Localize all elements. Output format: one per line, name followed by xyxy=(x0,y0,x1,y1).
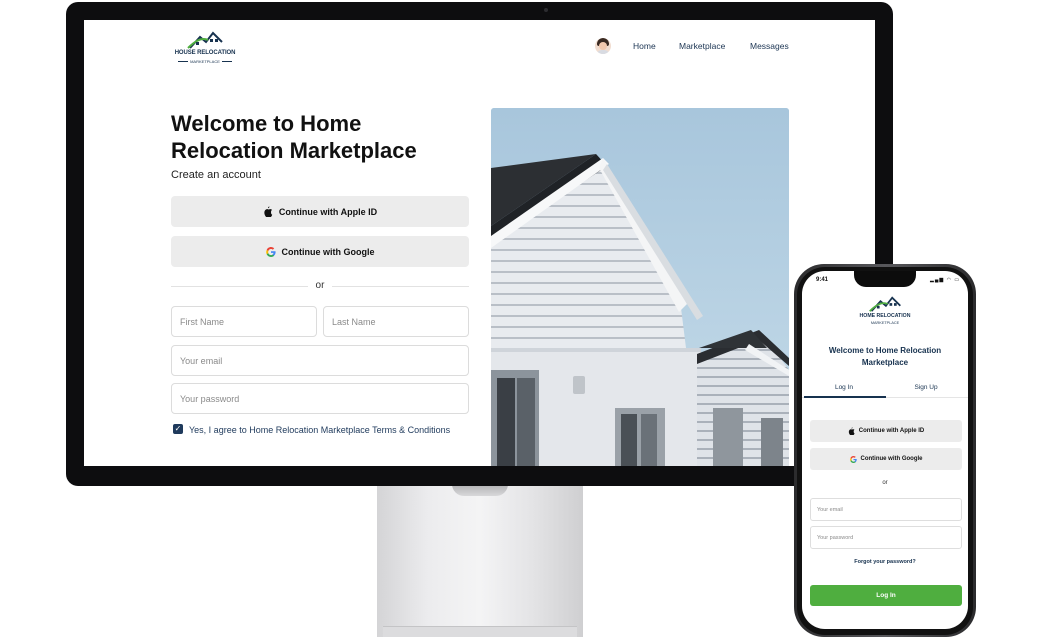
monitor-camera xyxy=(544,8,548,12)
desktop-screen: HOUSE RELOCATION MARKETPLACE Home Market… xyxy=(84,20,875,466)
house-logo-icon xyxy=(187,31,223,49)
mobile-apple-label: Continue with Apple ID xyxy=(858,428,925,434)
mobile-email-field[interactable]: Your email xyxy=(810,498,962,521)
device-mockup-scene: HOUSE RELOCATION MARKETPLACE Home Market… xyxy=(0,0,1041,637)
google-icon xyxy=(849,455,857,463)
house-photo xyxy=(491,108,789,466)
nav-home[interactable]: Home xyxy=(633,41,656,51)
mobile-logo-title: HOME RELOCATION xyxy=(859,313,911,319)
mobile-apple-button[interactable]: Continue with Apple ID xyxy=(810,420,962,442)
site-logo[interactable]: HOUSE RELOCATION MARKETPLACE xyxy=(170,30,240,66)
logo-subtitle: MARKETPLACE xyxy=(170,59,240,64)
phone-notch xyxy=(854,271,916,287)
forgot-password-link[interactable]: Forgot your password? xyxy=(802,559,968,565)
login-button[interactable]: Log In xyxy=(810,585,962,606)
first-name-field[interactable]: First Name xyxy=(171,306,317,337)
last-name-field[interactable]: Last Name xyxy=(323,306,469,337)
mobile-logo-subtitle: MARKETPLACE xyxy=(870,321,900,325)
tab-log-in[interactable]: Log In xyxy=(805,384,883,391)
mobile-divider-text: or xyxy=(882,480,888,486)
apple-icon xyxy=(264,206,273,217)
password-field[interactable]: Your password xyxy=(171,383,469,414)
tab-sign-up[interactable]: Sign Up xyxy=(887,384,965,391)
monitor-stand xyxy=(377,482,583,637)
monitor-stand-foot xyxy=(383,626,577,637)
status-time: 9:41 xyxy=(816,277,829,283)
continue-google-button[interactable]: Continue with Google xyxy=(171,236,469,267)
nav-messages[interactable]: Messages xyxy=(750,41,789,51)
email-field[interactable]: Your email xyxy=(171,345,469,376)
terms-checkbox[interactable]: ✓ xyxy=(173,424,183,434)
google-icon xyxy=(265,246,276,257)
mobile-password-field[interactable]: Your password xyxy=(810,526,962,549)
apple-icon xyxy=(848,427,855,435)
apple-button-label: Continue with Apple ID xyxy=(278,206,378,217)
mobile-screen: 9:41 ▂▄▆ ◠ ▭ HOME RELOCATION MARKETPLACE… xyxy=(802,271,968,629)
check-icon: ✓ xyxy=(174,424,182,433)
google-button-label: Continue with Google xyxy=(281,246,375,257)
avatar[interactable] xyxy=(595,38,611,54)
mobile-logo[interactable]: HOME RELOCATION MARKETPLACE xyxy=(852,295,918,329)
page-subtitle: Create an account xyxy=(171,169,261,181)
divider-text: or xyxy=(308,280,332,291)
house-logo-icon xyxy=(869,296,901,312)
logo-title: HOUSE RELOCATION xyxy=(174,50,236,56)
mobile-google-label: Continue with Google xyxy=(860,456,923,462)
tab-active-indicator xyxy=(804,396,886,398)
mobile-google-button[interactable]: Continue with Google xyxy=(810,448,962,470)
nav-marketplace[interactable]: Marketplace xyxy=(679,41,725,51)
page-title: Welcome to Home Relocation Marketplace xyxy=(171,111,417,163)
terms-label: Yes, I agree to Home Relocation Marketpl… xyxy=(189,425,451,435)
mobile-page-title: Welcome to Home Relocation Marketplace xyxy=(828,346,942,367)
continue-apple-button[interactable]: Continue with Apple ID xyxy=(171,196,469,227)
status-icons: ▂▄▆ ◠ ▭ xyxy=(930,277,961,283)
